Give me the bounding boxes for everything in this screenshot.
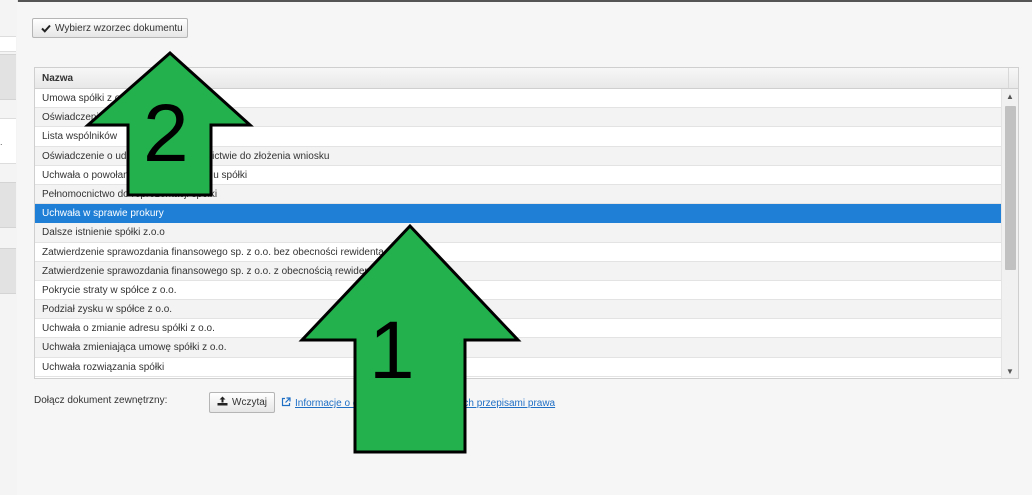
annotation-arrows — [84, 50, 522, 454]
arrow-2-label: 2 — [143, 88, 189, 179]
arrow-1-label: 1 — [369, 305, 415, 396]
